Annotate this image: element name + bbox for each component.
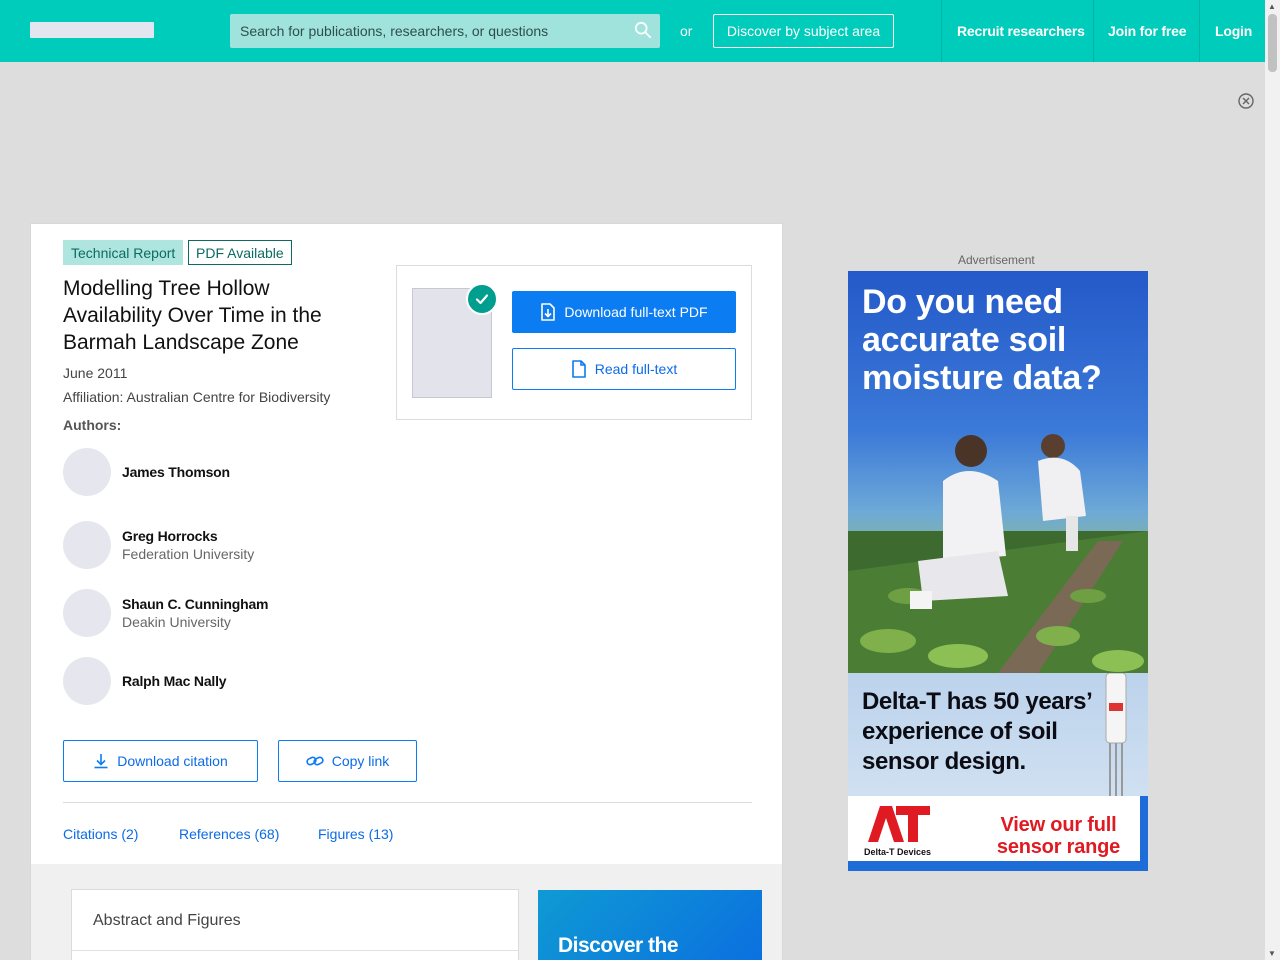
ad-hero-image: Do you need accurate soil moisture data? [848,271,1148,673]
file-download-icon [541,303,556,321]
avatar[interactable] [63,589,111,637]
nav-divider [1199,0,1200,62]
avatar[interactable] [63,657,111,705]
publication-type-badge: Technical Report [63,240,184,265]
ad-footer[interactable]: AT Delta-T Devices View our full sensor … [848,796,1140,861]
ad-scientists-illustration [848,434,1148,673]
author-name[interactable]: Shaun C. Cunningham [122,596,269,612]
avatar[interactable] [63,448,111,496]
download-citation-button[interactable]: Download citation [63,740,258,782]
abstract-card: Abstract and Figures [71,889,519,960]
recruit-researchers-link[interactable]: Recruit researchers [957,0,1085,62]
scroll-up-arrow-icon[interactable]: ▲ [1268,2,1276,11]
read-fulltext-label: Read full-text [594,361,678,377]
download-fulltext-pdf-button[interactable]: Download full-text PDF [512,291,736,333]
author-institution: Deakin University [122,614,231,630]
scrollbar-thumb[interactable] [1268,14,1277,72]
ad-subheadline: Delta-T has 50 years’ experience of soil… [862,688,1092,775]
link-icon [306,756,324,766]
abstract-divider [72,950,518,951]
login-link[interactable]: Login [1215,0,1252,62]
publication-title: Modelling Tree Hollow Availability Over … [63,277,322,354]
ad-headline: Do you need accurate soil moisture data? [862,283,1102,397]
nav-divider [941,0,942,62]
search-box[interactable] [230,14,660,48]
ad-call-to-action[interactable]: View our full sensor range [986,814,1131,858]
top-navigation-bar: or Discover by subject area Recruit rese… [0,0,1265,62]
download-citation-label: Download citation [117,753,228,769]
check-icon [466,283,498,315]
author-name[interactable]: James Thomson [122,464,230,480]
tab-citations[interactable]: Citations (2) [63,826,138,842]
discover-promo-banner[interactable]: Discover the [538,890,762,960]
tab-figures[interactable]: Figures (13) [318,826,393,842]
avatar[interactable] [63,521,111,569]
ad-sub-panel: Delta-T has 50 years’ experience of soil… [848,673,1148,796]
search-input[interactable] [230,14,660,48]
or-separator-text: or [680,23,693,39]
author-institution: Federation University [122,546,255,562]
authors-heading: Authors: [63,417,122,433]
soil-sensor-probe-icon [1105,673,1127,796]
join-for-free-link[interactable]: Join for free [1108,0,1187,62]
publication-affiliation: Affiliation: Australian Centre for Biodi… [63,389,331,405]
download-fulltext-pdf-label: Download full-text PDF [564,304,708,320]
site-logo[interactable] [30,22,154,38]
discover-by-subject-button[interactable]: Discover by subject area [713,14,894,48]
read-fulltext-button[interactable]: Read full-text [512,348,736,390]
download-icon [94,754,108,769]
delta-t-logo: AT [868,806,930,842]
nav-divider [1093,0,1094,62]
author-name[interactable]: Greg Horrocks [122,528,218,544]
pdf-available-badge: PDF Available [188,240,292,265]
author-name[interactable]: Ralph Mac Nally [122,673,227,689]
section-divider [63,802,752,803]
tab-references[interactable]: References (68) [179,826,279,842]
copy-link-label: Copy link [331,753,390,769]
scroll-down-arrow-icon[interactable]: ▼ [1268,949,1276,958]
search-icon[interactable] [634,21,652,39]
ad-brand-name: Delta-T Devices [864,847,932,857]
promo-text: Discover the [558,934,679,957]
copy-link-button[interactable]: Copy link [278,740,417,782]
close-circle-icon[interactable] [1237,92,1255,110]
advertisement-label: Advertisement [958,253,1035,267]
advertisement-banner[interactable]: Do you need accurate soil moisture data?… [848,271,1148,871]
file-icon [571,360,586,378]
publication-card: Technical Report PDF Available Modelling… [30,223,783,960]
abstract-heading: Abstract and Figures [93,912,241,929]
content-section: Abstract and Figures Discover the [31,864,782,960]
publication-date: June 2011 [63,365,128,381]
page-scrollbar[interactable]: ▲ ▼ [1265,0,1280,960]
fulltext-box: Download full-text PDF Read full-text [396,265,752,420]
